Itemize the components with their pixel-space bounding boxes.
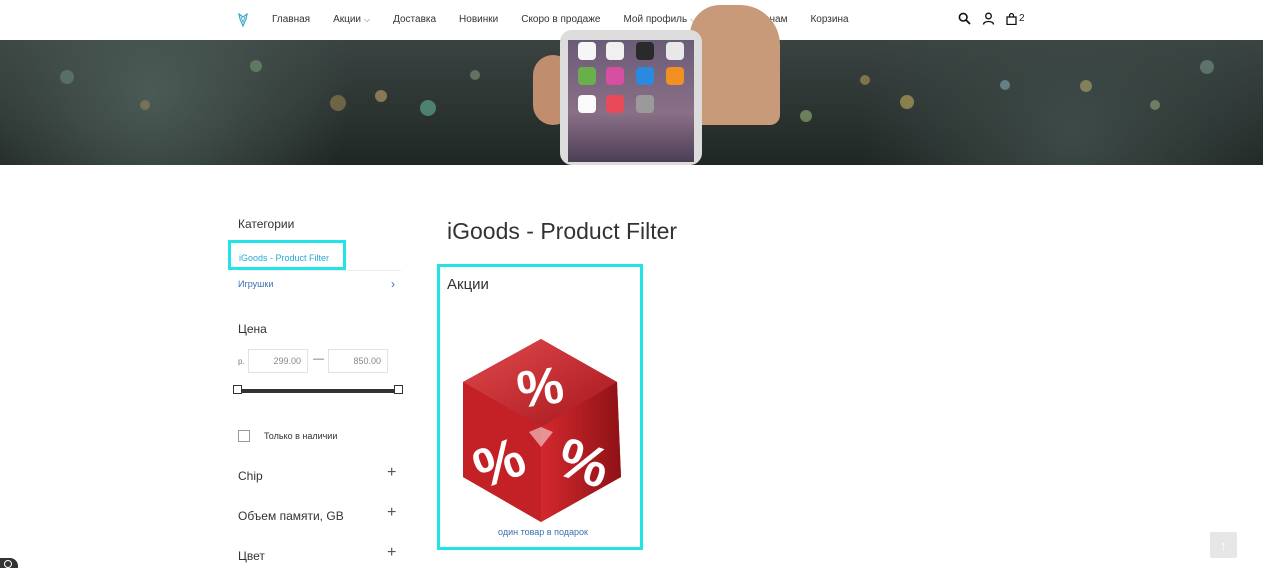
filter-color[interactable]: Цвет [238, 549, 265, 563]
chevron-right-icon[interactable]: › [391, 277, 395, 291]
app-icon [636, 67, 654, 85]
category-item-product-filter[interactable]: iGoods - Product Filter [228, 240, 346, 270]
app-icon [578, 95, 596, 113]
app-icon [666, 67, 684, 85]
nav-item-coming-soon[interactable]: Скоро в продаже [521, 14, 600, 25]
scroll-to-top-button[interactable]: ↑ [1210, 532, 1237, 558]
in-stock-label[interactable]: Только в наличии [264, 431, 337, 441]
app-icon [636, 95, 654, 113]
logo-icon[interactable] [237, 13, 249, 27]
nav-item-profile[interactable]: Мой профиль⌵ [623, 14, 696, 25]
nav-item-cart[interactable]: Корзина [810, 14, 848, 25]
bokeh-light [1080, 80, 1092, 92]
bokeh-light [420, 100, 436, 116]
main-menu: Главная Акции ⌵ Доставка Новинки Скоро в … [272, 14, 872, 25]
price-max-input[interactable]: 850.00 [328, 349, 388, 373]
divider [238, 270, 401, 271]
currency-label: р. [238, 357, 245, 366]
category-item-toys[interactable]: Игрушки [238, 279, 273, 289]
user-icon[interactable] [982, 12, 995, 25]
filter-memory[interactable]: Объем памяти, GB [238, 509, 344, 523]
arrow-up-icon: ↑ [1220, 537, 1227, 553]
plus-icon[interactable]: + [387, 544, 396, 562]
phone-screen [568, 40, 694, 162]
filter-chip[interactable]: Chip [238, 469, 263, 483]
bokeh-light [250, 60, 262, 72]
bokeh-light [1200, 60, 1214, 74]
app-icon [606, 42, 624, 60]
nav-item-label: Корзина [810, 14, 849, 25]
price-slider-track[interactable] [238, 389, 398, 393]
in-stock-checkbox[interactable] [238, 430, 250, 442]
app-icon [606, 95, 624, 113]
app-icon [636, 42, 654, 60]
nav-item-label: Акции [333, 14, 362, 25]
settings-icon [4, 560, 12, 568]
price-min-input[interactable]: 299.00 [248, 349, 308, 373]
app-icon [606, 67, 624, 85]
category-label: iGoods - Product Filter [239, 253, 330, 263]
shopping-bag-icon[interactable]: 2 [1006, 12, 1025, 25]
bokeh-light [60, 70, 74, 84]
search-icon[interactable] [958, 12, 971, 25]
card-title[interactable]: Акции [447, 276, 489, 293]
nav-item-label: Новинки [459, 14, 499, 25]
price-slider-min-handle[interactable] [233, 385, 242, 394]
nav-item-label: Скоро в продаже [521, 14, 601, 25]
hand [690, 5, 780, 125]
price-slider-max-handle[interactable] [394, 385, 403, 394]
app-icon [666, 42, 684, 60]
app-icon [578, 42, 596, 60]
bokeh-light [140, 100, 150, 110]
bokeh-light [860, 75, 870, 85]
bokeh-light [800, 110, 812, 122]
nav-item-label: Доставка [393, 14, 437, 25]
nav-item-label: Мой профиль [623, 14, 688, 25]
bokeh-light [330, 95, 346, 111]
app-icon [578, 67, 596, 85]
discount-dice-image[interactable]: % % % [459, 337, 624, 524]
plus-icon[interactable]: + [387, 504, 396, 522]
plus-icon[interactable]: + [387, 464, 396, 482]
bokeh-light [1150, 100, 1160, 110]
nav-item-delivery[interactable]: Доставка [393, 14, 436, 25]
cart-count-badge: 2 [1019, 13, 1025, 24]
chevron-down-icon: ⌵ [364, 14, 371, 24]
bokeh-light [900, 95, 914, 109]
header-icons: 2 [958, 12, 1036, 25]
bokeh-light [470, 70, 480, 80]
price-filter-title: Цена [238, 322, 267, 336]
nav-item-label: Главная [272, 14, 311, 25]
categories-title: Категории [238, 217, 295, 231]
nav-item-promotions[interactable]: Акции ⌵ [333, 14, 370, 25]
bokeh-light [1000, 80, 1010, 90]
svg-text:%: % [514, 356, 568, 420]
card-caption[interactable]: один товар в подарок [443, 527, 643, 537]
nav-item-home[interactable]: Главная [272, 14, 310, 25]
price-separator: — [313, 353, 324, 365]
nav-item-new[interactable]: Новинки [459, 14, 498, 25]
page-title: iGoods - Product Filter [447, 218, 678, 244]
bokeh-light [375, 90, 387, 102]
